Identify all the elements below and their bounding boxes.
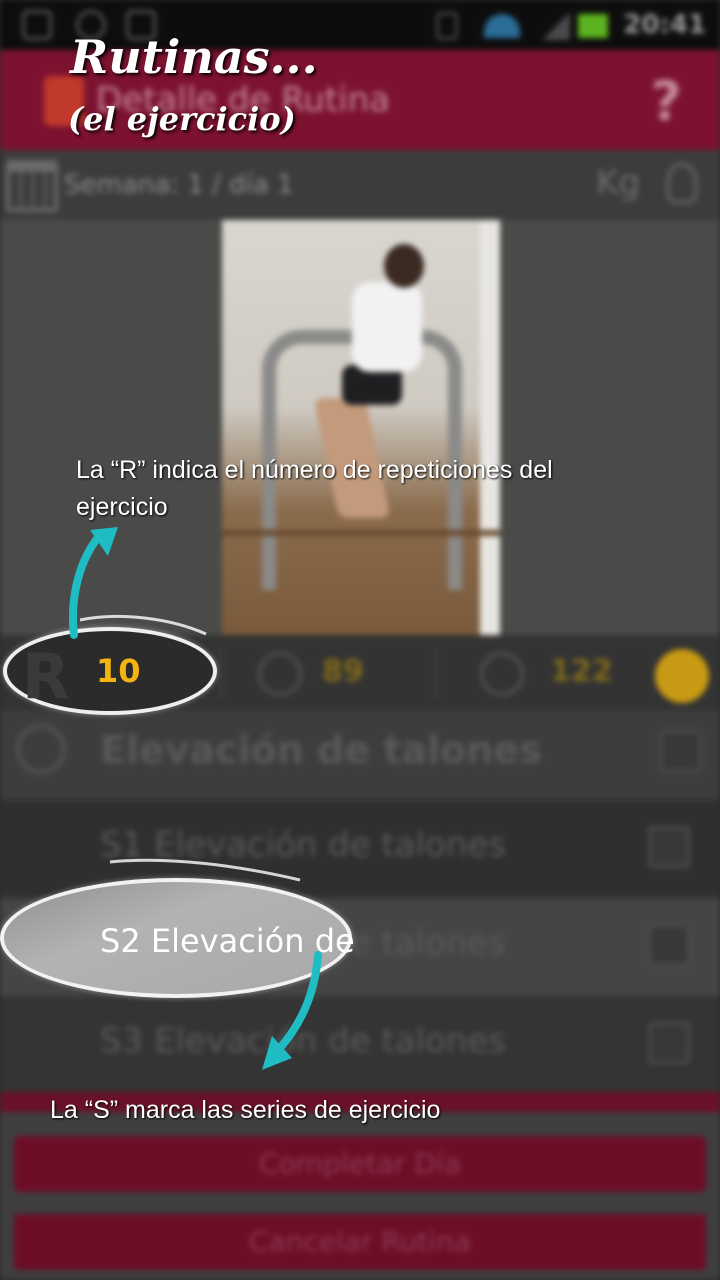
arrow-down-icon: [276, 951, 322, 1052]
tutorial-overlay: Rutinas... (el ejercicio) La “R” indica …: [0, 0, 720, 1280]
annotation-arrows: [68, 527, 322, 1070]
arrow-up-icon: [68, 536, 100, 639]
